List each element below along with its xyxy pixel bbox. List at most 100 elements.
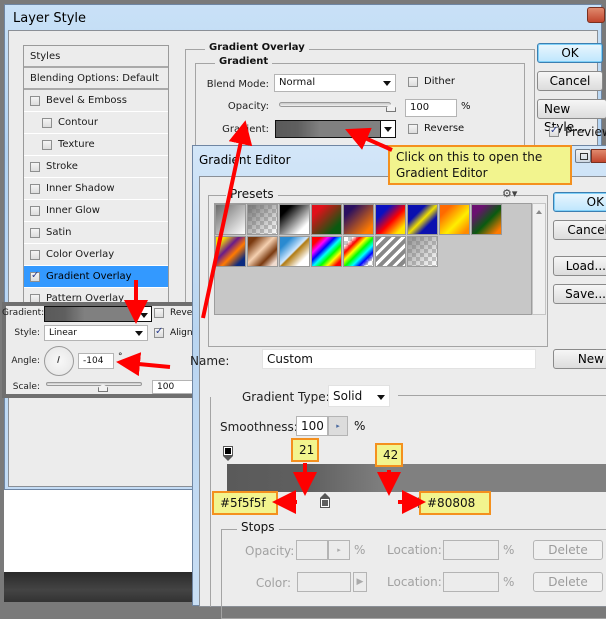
preset-swatch[interactable] [215, 204, 246, 235]
opacity-slider[interactable] [279, 102, 391, 107]
checkbox-icon[interactable] [30, 161, 40, 172]
maximize-button[interactable] [575, 149, 591, 163]
delete-opacity-stop-button[interactable]: Delete [533, 540, 603, 560]
preset-swatch[interactable] [279, 236, 310, 267]
opacity-input[interactable]: 100 [405, 99, 457, 117]
styles-list-item[interactable]: Blending Options: Default [24, 68, 168, 90]
angle-input[interactable]: -104 [78, 353, 114, 369]
styles-list-item[interactable]: Stroke [24, 156, 168, 178]
scale-slider[interactable] [46, 382, 142, 386]
preset-swatch[interactable] [215, 236, 246, 267]
stop-color-swatch[interactable] [297, 572, 351, 592]
preset-swatch[interactable] [439, 204, 470, 235]
styles-list-item-label: Satin [46, 227, 72, 238]
styles-list-item[interactable]: Texture [24, 134, 168, 156]
close-button[interactable] [587, 7, 605, 23]
checkbox-icon[interactable] [30, 249, 40, 260]
checkbox-icon [408, 76, 418, 87]
load-button[interactable]: Load... [553, 256, 606, 276]
checkbox-icon [154, 326, 164, 338]
preset-swatch[interactable] [407, 204, 438, 235]
scale-label: Scale: [12, 382, 40, 392]
chevron-down-icon [383, 81, 391, 86]
stop-color-location-label: Location: [387, 575, 442, 589]
checkbox-icon [408, 123, 418, 134]
checkbox-icon[interactable] [30, 95, 40, 106]
gradient-type-label: Gradient Type: [242, 390, 330, 404]
styles-list-item[interactable]: Contour [24, 112, 168, 134]
preset-swatch[interactable] [343, 204, 374, 235]
styles-list-item[interactable]: Inner Shadow [24, 178, 168, 200]
preset-swatch[interactable] [343, 236, 374, 267]
ge-ok-button[interactable]: OK [553, 192, 606, 212]
style-value: Linear [49, 328, 77, 338]
angle-dial[interactable] [44, 346, 74, 376]
preview-label: Preview [565, 125, 606, 139]
preset-swatch[interactable] [247, 236, 278, 267]
checkbox-icon[interactable] [42, 139, 52, 150]
preset-swatch[interactable] [247, 204, 278, 235]
stop-color-menu-arrow[interactable]: ▶ [353, 572, 367, 592]
styles-list-item-label: Color Overlay [46, 249, 115, 260]
reverse-checkbox[interactable]: Reverse [408, 123, 464, 134]
gradient-swatch[interactable] [275, 120, 381, 138]
stop-opacity-input[interactable] [296, 540, 328, 560]
group-title: Gradient [215, 56, 273, 67]
dither-checkbox[interactable]: Dither [408, 76, 455, 87]
preset-swatch[interactable] [375, 204, 406, 235]
color-stop-marker[interactable] [319, 493, 330, 509]
new-style-button[interactable]: New Style... [537, 99, 606, 134]
opacity-stop-marker[interactable] [223, 446, 233, 461]
smoothness-unit: % [354, 419, 366, 433]
delete-color-stop-button[interactable]: Delete [533, 572, 603, 592]
stop-opacity-location-label: Location: [387, 543, 442, 557]
gear-icon[interactable]: ⚙▾ [502, 187, 517, 200]
styles-list-item-label: Gradient Overlay [46, 271, 132, 282]
presets-scrollbar[interactable] [532, 203, 546, 315]
gradient-preview-bar[interactable] [227, 464, 606, 492]
blend-mode-value: Normal [279, 77, 316, 88]
preset-swatch[interactable] [407, 236, 438, 267]
styles-list-item[interactable]: Bevel & Emboss [24, 90, 168, 112]
reverse-label: Reverse [424, 123, 465, 134]
scale-input[interactable]: 100 [152, 380, 194, 394]
gradient-type-select[interactable]: Solid [328, 385, 390, 407]
checkbox-icon[interactable] [30, 183, 40, 194]
smoothness-stepper[interactable]: ▸ [328, 416, 348, 436]
ok-button[interactable]: OK [537, 43, 603, 63]
gradient-dropdown-button[interactable] [380, 120, 396, 138]
preview-checkbox[interactable]: Preview [549, 125, 606, 139]
checkbox-icon[interactable] [30, 270, 40, 282]
styles-list-item[interactable]: Styles [24, 46, 168, 68]
inset-gradient-swatch[interactable] [44, 306, 140, 322]
preset-swatch[interactable] [311, 236, 342, 267]
save-button[interactable]: Save... [553, 284, 606, 304]
stop-opacity-location-input[interactable] [443, 540, 499, 560]
close-button[interactable] [591, 149, 606, 163]
callout-stop2-color: #80808 [419, 491, 491, 515]
stop-color-location-input[interactable] [443, 572, 499, 592]
divider [398, 395, 606, 396]
stops-title: Stops [237, 520, 279, 534]
cancel-button[interactable]: Cancel [537, 71, 603, 91]
smoothness-input[interactable]: 100 [296, 416, 328, 436]
inset-gradient-dropdown[interactable] [136, 306, 152, 322]
preset-swatch[interactable] [311, 204, 342, 235]
name-input[interactable]: Custom [262, 349, 536, 369]
checkbox-icon[interactable] [30, 205, 40, 216]
preset-swatch[interactable] [279, 204, 310, 235]
styles-list-item[interactable]: Gradient Overlay [24, 266, 168, 288]
blend-mode-select[interactable]: Normal [274, 74, 396, 92]
preset-swatch[interactable] [471, 204, 502, 235]
ge-cancel-button[interactable]: Cancel [553, 220, 606, 240]
new-gradient-button[interactable]: New [553, 349, 606, 369]
styles-list-item[interactable]: Inner Glow [24, 200, 168, 222]
styles-list-item[interactable]: Color Overlay [24, 244, 168, 266]
style-select[interactable]: Linear [44, 325, 148, 341]
checkbox-icon[interactable] [42, 117, 52, 128]
styles-list-item[interactable]: Satin [24, 222, 168, 244]
preset-swatch[interactable] [375, 236, 406, 267]
canvas-area [4, 490, 194, 580]
stop-opacity-stepper[interactable]: ▸ [328, 540, 350, 560]
checkbox-icon[interactable] [30, 227, 40, 238]
